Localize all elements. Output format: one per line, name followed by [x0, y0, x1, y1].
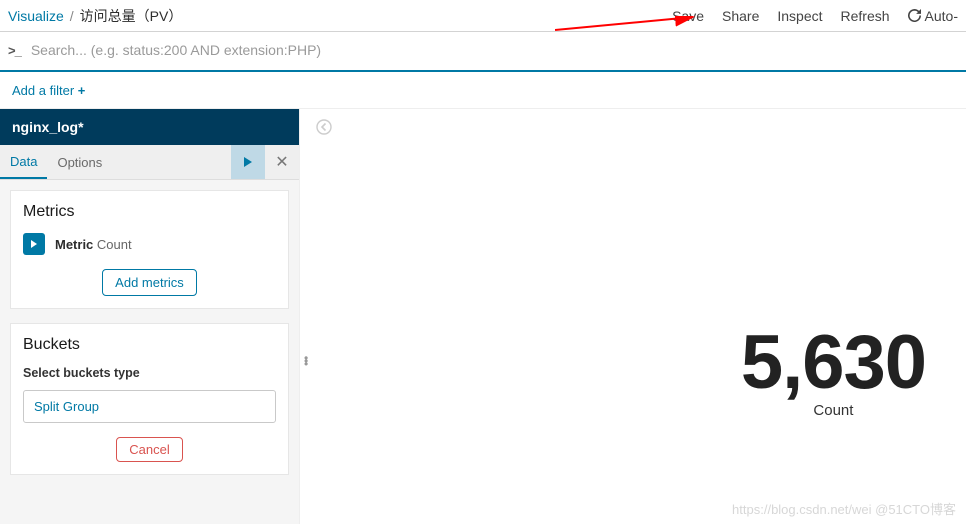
breadcrumb-sep: / [70, 8, 74, 24]
breadcrumb-root[interactable]: Visualize [8, 8, 64, 24]
panel-options-handle[interactable]: ••• [304, 357, 308, 366]
breadcrumb-current: 访问总量（PV） [80, 6, 183, 26]
refresh-icon [908, 9, 921, 22]
prompt-icon: >_ [8, 43, 21, 58]
metric-toggle[interactable] [23, 233, 45, 255]
visualization-area: ••• 5,630 Count https://blog.csdn.net/we… [300, 109, 966, 524]
inspect-button[interactable]: Inspect [777, 8, 822, 24]
breadcrumb: Visualize / 访问总量（PV） [8, 6, 182, 26]
add-metrics-row: Add metrics [23, 269, 276, 296]
share-button[interactable]: Share [722, 8, 759, 24]
metric-value: 5,630 [741, 319, 926, 406]
plus-icon: + [78, 83, 86, 98]
auto-label: Auto- [925, 8, 958, 24]
cancel-row: Cancel [23, 437, 276, 462]
caret-right-icon [31, 240, 37, 248]
top-actions: Save Share Inspect Refresh Auto- [672, 8, 958, 24]
tabs: Data Options ✕ [0, 145, 299, 180]
tab-options[interactable]: Options [47, 147, 112, 178]
metric-label-name: Metric [55, 237, 93, 252]
metric-visualization: 5,630 Count [741, 319, 926, 419]
index-pattern-header[interactable]: nginx_log* [0, 109, 299, 145]
buckets-select-label: Select buckets type [23, 366, 276, 380]
main: nginx_log* Data Options ✕ Metrics Metri [0, 109, 966, 524]
metric-label-value: Count [97, 237, 132, 252]
sidebar: nginx_log* Data Options ✕ Metrics Metri [0, 109, 300, 524]
tab-data[interactable]: Data [0, 146, 47, 179]
apply-changes-button[interactable] [231, 145, 265, 179]
close-icon: ✕ [275, 152, 288, 172]
watermark: https://blog.csdn.net/wei @51CTO博客 [732, 499, 956, 518]
buckets-card: Buckets Select buckets type Split Group … [10, 323, 289, 475]
play-icon [244, 157, 252, 167]
discard-changes-button[interactable]: ✕ [265, 145, 299, 179]
buckets-heading: Buckets [23, 336, 276, 354]
collapse-sidebar-button[interactable] [316, 119, 332, 140]
metrics-card: Metrics Metric Count Add metrics [10, 190, 289, 309]
add-filter-label: Add a filter [12, 83, 74, 98]
topbar: Visualize / 访问总量（PV） Save Share Inspect … [0, 0, 966, 32]
search-bar: >_ [0, 32, 966, 72]
panel-body: Metrics Metric Count Add metrics Buckets… [0, 180, 299, 485]
cancel-button[interactable]: Cancel [116, 437, 182, 462]
metrics-heading: Metrics [23, 203, 276, 221]
save-button[interactable]: Save [672, 8, 704, 24]
chevron-left-circle-icon [316, 119, 332, 135]
auto-refresh-button[interactable]: Auto- [908, 8, 958, 24]
metric-label: Metric Count [55, 237, 132, 252]
add-filter-button[interactable]: Add a filter + [12, 83, 85, 98]
search-input[interactable] [29, 36, 958, 64]
split-group-option[interactable]: Split Group [23, 390, 276, 423]
filter-bar: Add a filter + [0, 72, 966, 109]
add-metrics-button[interactable]: Add metrics [102, 269, 197, 296]
metric-row[interactable]: Metric Count [23, 233, 276, 255]
refresh-button[interactable]: Refresh [841, 8, 890, 24]
